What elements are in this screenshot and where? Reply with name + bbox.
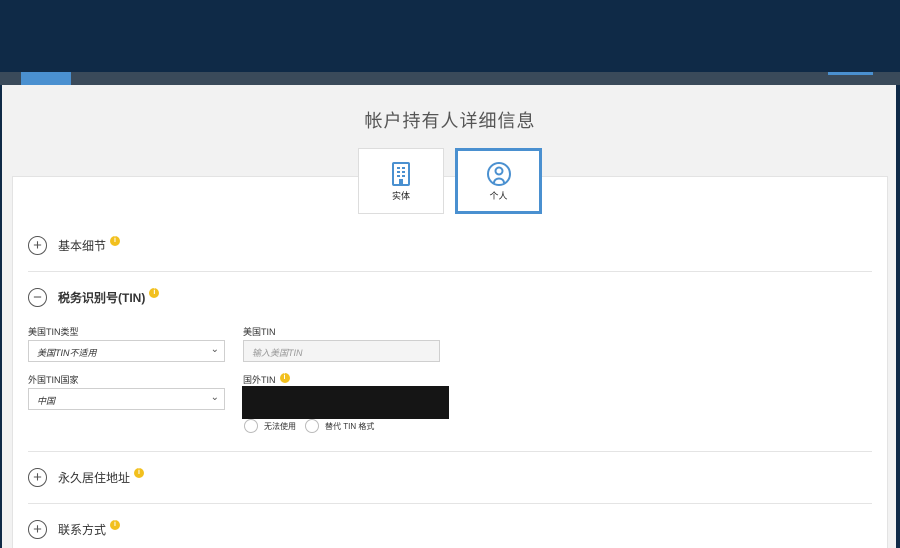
expand-plus-icon[interactable]: + (28, 520, 47, 539)
info-icon[interactable]: i (279, 372, 290, 383)
building-icon (392, 161, 410, 186)
top-header-band (0, 0, 900, 72)
tab-entity-label: 实体 (391, 190, 410, 201)
tab-individual[interactable]: 个人 (455, 148, 542, 214)
progress-strip (0, 72, 900, 85)
form-card (12, 176, 888, 548)
info-icon[interactable]: i (149, 287, 160, 298)
radio-button[interactable] (244, 419, 258, 433)
section-contact-title: 联系方式 (58, 523, 107, 537)
section-contact[interactable]: + 联系方式 i (28, 519, 121, 539)
radio-button[interactable] (305, 419, 319, 433)
info-icon[interactable]: i (110, 235, 121, 246)
foreign-tin-country-select[interactable]: 中国 ⌄ (28, 388, 225, 410)
us-tin-type-select[interactable]: 美国TIN不适用 ⌄ (28, 340, 225, 362)
info-icon[interactable]: i (110, 519, 121, 530)
foreign-tin-label: 国外TIN (243, 375, 276, 385)
chevron-down-icon: ⌄ (210, 344, 219, 355)
option-alt-tin-format[interactable]: 替代 TIN 格式 (305, 419, 374, 433)
option-not-available[interactable]: 无法使用 (244, 419, 296, 433)
person-icon (486, 161, 511, 186)
foreign-tin-input-redacted[interactable] (242, 386, 449, 419)
expand-plus-icon[interactable]: + (28, 468, 47, 487)
progress-indicator-left (21, 72, 71, 85)
section-basic-title: 基本细节 (58, 239, 107, 253)
window-edge (896, 85, 900, 548)
section-basic-details[interactable]: + 基本细节 i (28, 235, 121, 255)
tab-entity[interactable]: 实体 (358, 148, 444, 214)
option-alt-tin-format-label: 替代 TIN 格式 (325, 421, 375, 431)
foreign-tin-label-row: 国外TIN i (243, 372, 290, 386)
chevron-down-icon: ⌄ (210, 392, 219, 403)
collapse-minus-icon[interactable]: − (28, 288, 47, 307)
tab-individual-label: 个人 (489, 190, 508, 201)
section-tin-title: 税务识别号(TIN) (58, 291, 146, 305)
divider (28, 503, 872, 504)
info-icon[interactable]: i (134, 467, 145, 478)
progress-indicator-right (828, 72, 873, 75)
foreign-tin-country-label: 外国TIN国家 (28, 375, 79, 385)
section-residence-title: 永久居住地址 (58, 471, 131, 485)
page-title: 帐户持有人详细信息 (364, 111, 536, 131)
us-tin-type-label: 美国TIN类型 (28, 327, 79, 337)
us-tin-label: 美国TIN (243, 327, 276, 337)
foreign-tin-country-value: 中国 (37, 396, 56, 406)
section-tin[interactable]: − 税务识别号(TIN) i (28, 287, 160, 307)
us-tin-input[interactable]: 输入美国TIN (243, 340, 440, 362)
divider (28, 451, 872, 452)
option-not-available-label: 无法使用 (264, 421, 296, 431)
section-residence[interactable]: + 永久居住地址 i (28, 467, 145, 487)
us-tin-type-value: 美国TIN不适用 (37, 348, 97, 358)
divider (28, 271, 872, 272)
expand-plus-icon[interactable]: + (28, 236, 47, 255)
